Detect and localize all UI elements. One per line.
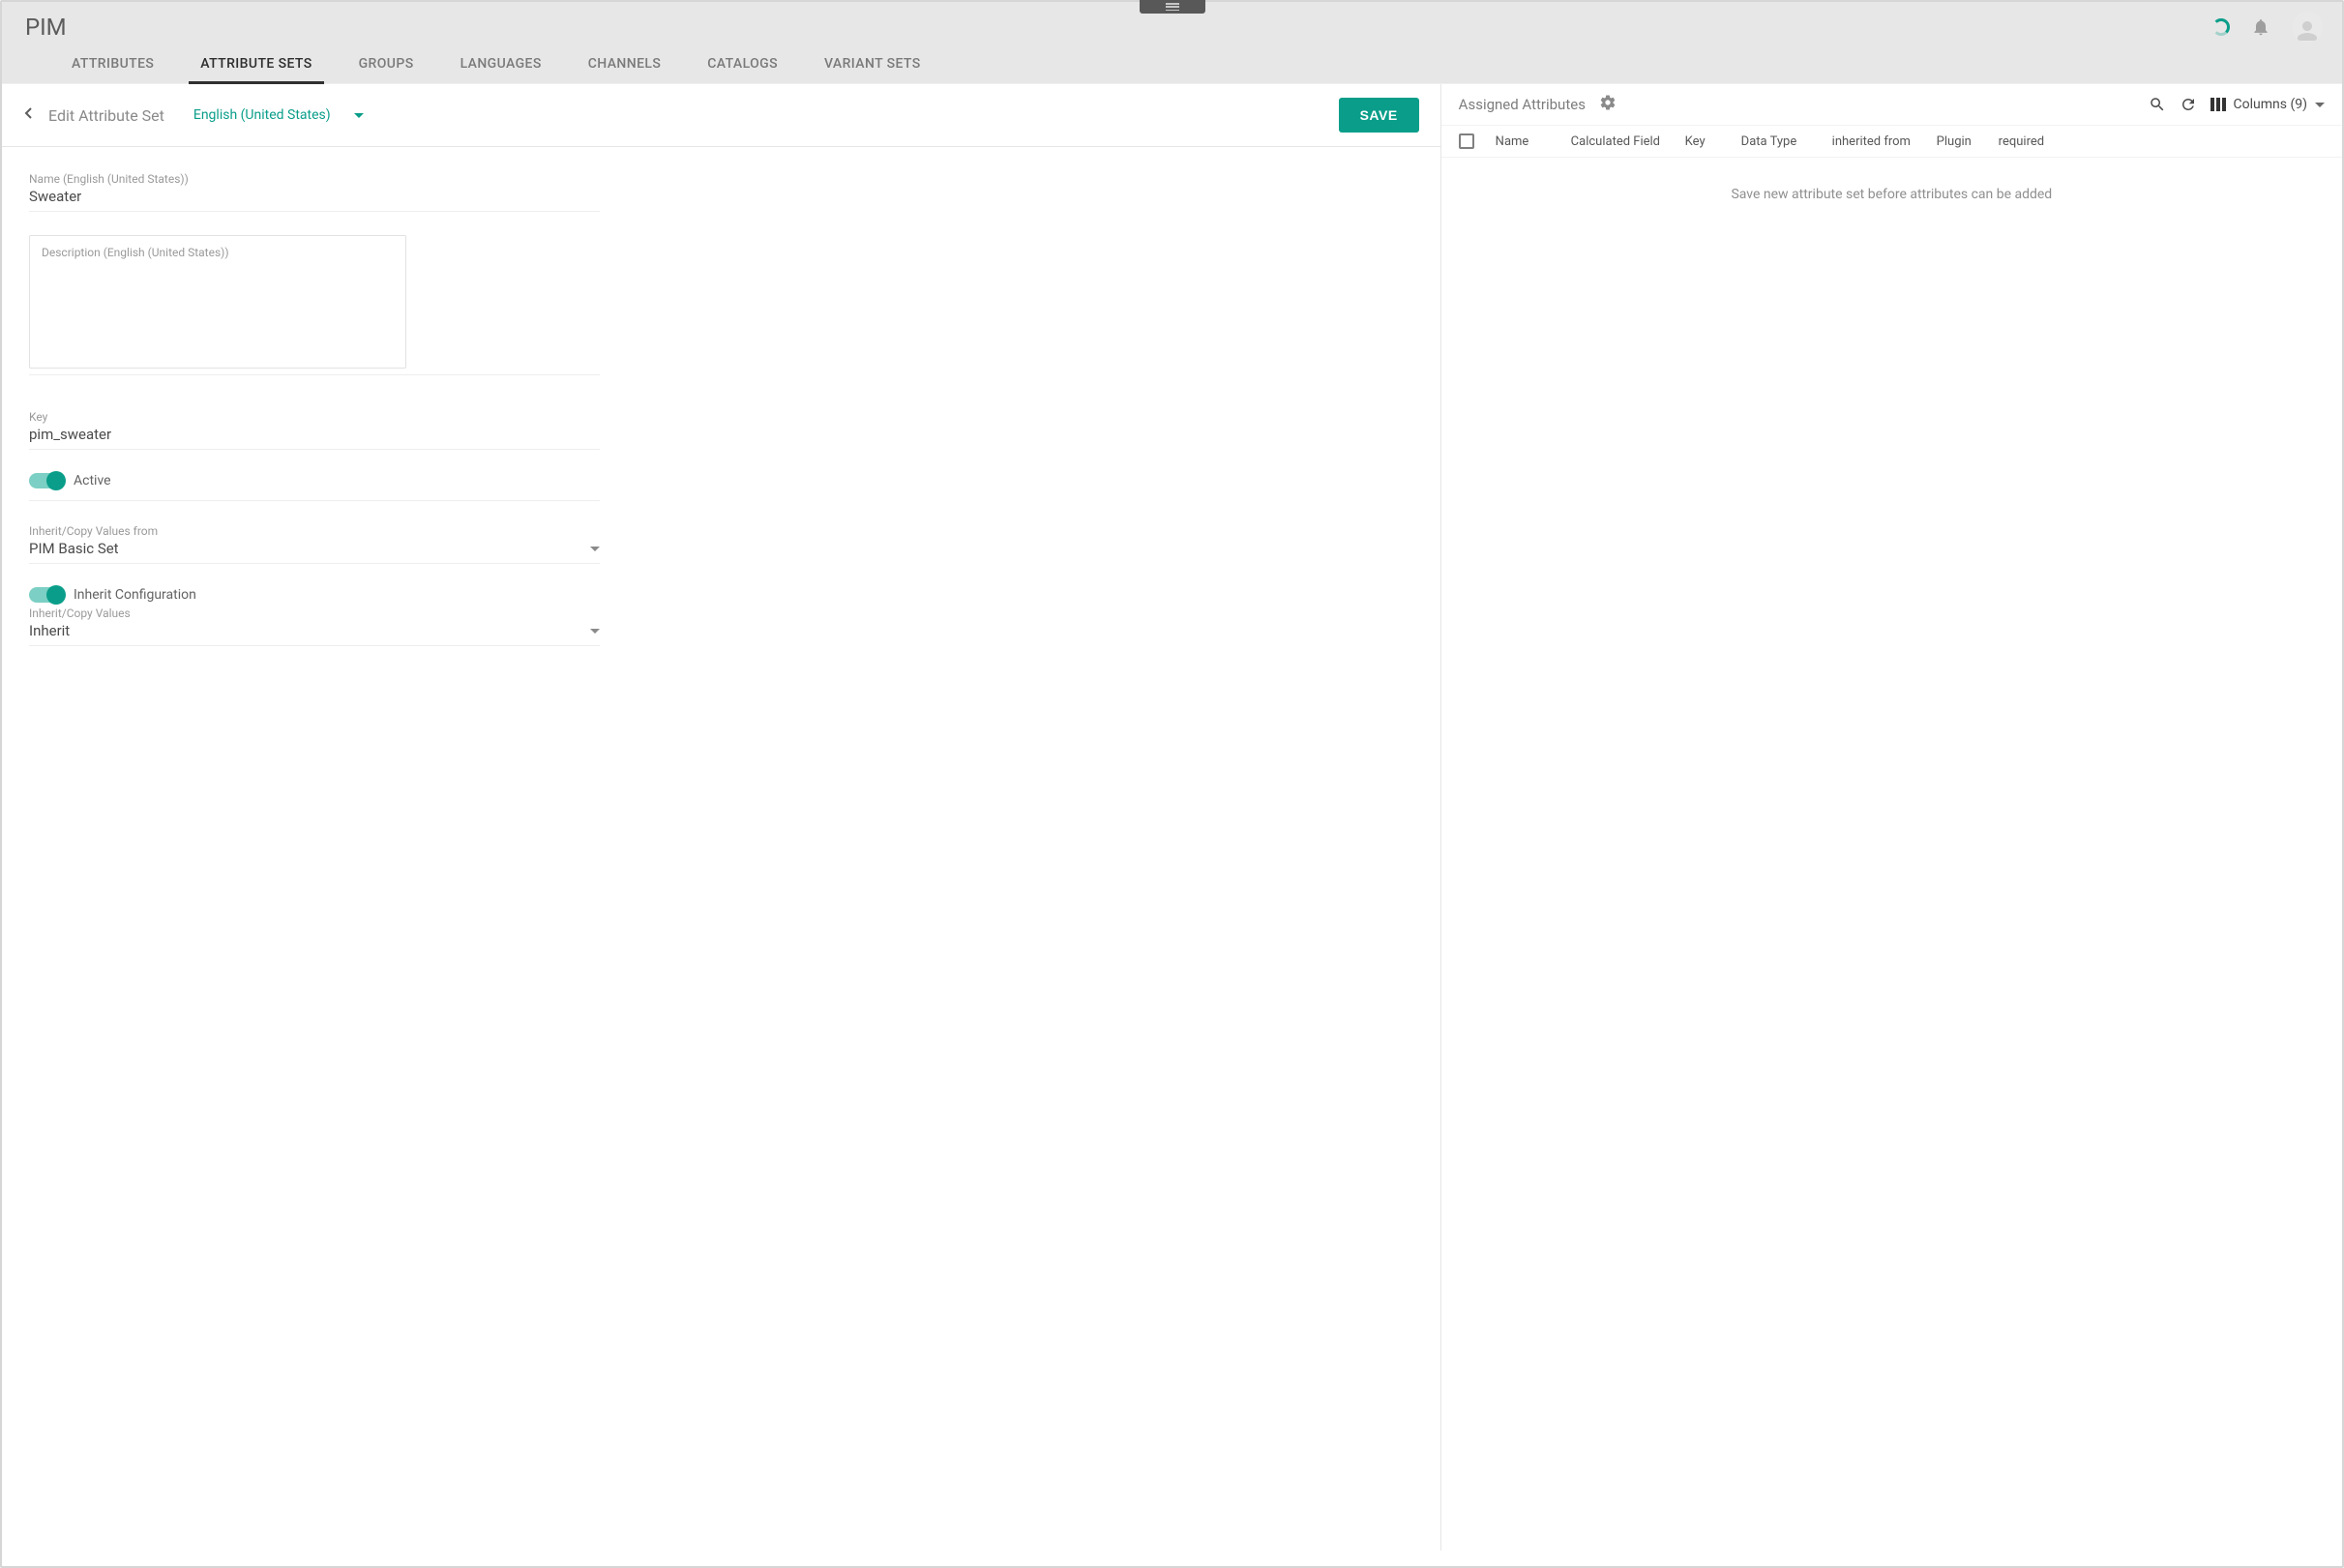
language-picker[interactable]: English (United States) [193, 107, 364, 123]
tab-channels[interactable]: CHANNELS [588, 56, 662, 83]
inherit-mode-label: Inherit/Copy Values [29, 606, 131, 620]
col-name[interactable]: Name [1496, 134, 1550, 149]
inherit-from-value: PIM Basic Set [29, 540, 158, 557]
col-data-type[interactable]: Data Type [1741, 134, 1811, 149]
search-icon[interactable] [2149, 96, 2166, 113]
tab-languages[interactable]: LANGUAGES [460, 56, 542, 83]
language-label: English (United States) [193, 107, 331, 123]
caret-down-icon [2315, 103, 2325, 107]
tab-catalogs[interactable]: CATALOGS [707, 56, 778, 83]
description-input[interactable]: Description (English (United States)) [29, 235, 406, 369]
col-key[interactable]: Key [1685, 134, 1720, 149]
assigned-attributes-title: Assigned Attributes [1459, 96, 1586, 113]
col-plugin[interactable]: Plugin [1937, 134, 1977, 149]
tab-attributes[interactable]: ATTRIBUTES [72, 56, 154, 83]
inherit-config-toggle[interactable] [29, 587, 64, 603]
inherit-mode-value: Inherit [29, 622, 131, 639]
description-label: Description (English (United States)) [42, 246, 394, 259]
name-input[interactable] [29, 188, 600, 205]
app-title: PIM [25, 14, 67, 41]
col-inherited-from[interactable]: inherited from [1832, 134, 1915, 149]
active-label: Active [74, 473, 111, 488]
notifications-icon[interactable] [2251, 17, 2270, 37]
name-label: Name (English (United States)) [29, 172, 600, 186]
caret-down-icon [354, 113, 364, 118]
key-input[interactable] [29, 426, 600, 443]
inherit-config-label: Inherit Configuration [74, 587, 196, 603]
save-button[interactable]: SAVE [1339, 98, 1419, 133]
inherit-from-label: Inherit/Copy Values from [29, 524, 158, 538]
key-label: Key [29, 410, 600, 424]
user-avatar[interactable] [2292, 12, 2323, 43]
col-required[interactable]: required [1999, 134, 2051, 149]
inherit-mode-dropdown-icon[interactable] [590, 629, 600, 634]
tab-bar: ATTRIBUTES ATTRIBUTE SETS GROUPS LANGUAG… [2, 43, 2342, 83]
columns-icon [2210, 98, 2226, 111]
active-toggle[interactable] [29, 473, 64, 488]
tab-groups[interactable]: GROUPS [359, 56, 414, 83]
menu-lines-icon [1166, 3, 1179, 11]
tab-attribute-sets[interactable]: ATTRIBUTE SETS [200, 56, 312, 83]
columns-picker[interactable]: Columns (9) [2210, 97, 2325, 112]
top-drag-handle[interactable] [1140, 0, 1205, 14]
page-title: Edit Attribute Set [48, 106, 164, 125]
empty-state-message: Save new attribute set before attributes… [1441, 158, 2342, 231]
columns-label: Columns (9) [2234, 97, 2307, 112]
table-header: Name Calculated Field Key Data Type inhe… [1441, 126, 2342, 158]
col-calculated[interactable]: Calculated Field [1571, 134, 1664, 149]
select-all-checkbox[interactable] [1459, 133, 1474, 149]
refresh-icon[interactable] [2180, 96, 2197, 113]
gear-icon[interactable] [1599, 94, 1617, 115]
back-chevron-icon[interactable] [23, 107, 35, 123]
tab-variant-sets[interactable]: VARIANT SETS [824, 56, 921, 83]
loading-spinner-icon [2212, 18, 2230, 36]
inherit-from-dropdown-icon[interactable] [590, 547, 600, 551]
